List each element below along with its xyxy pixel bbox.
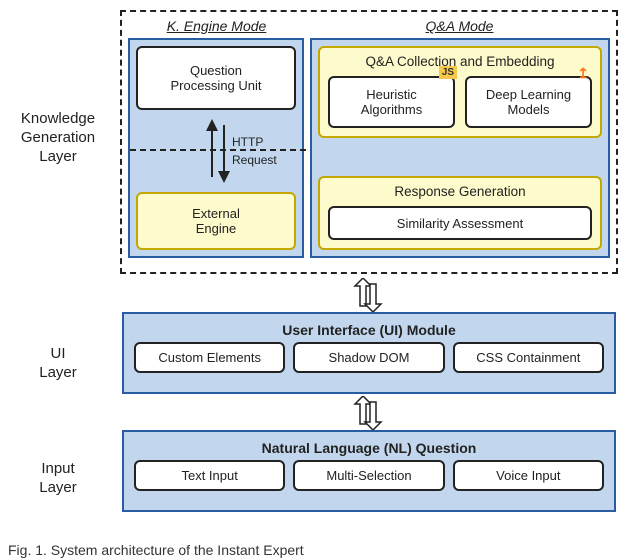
ui-layer: User Interface (UI) Module Custom Elemen… (122, 312, 616, 394)
response-generation-box: Response Generation Similarity Assessmen… (318, 176, 602, 250)
k-engine-mode-title: K. Engine Mode (129, 18, 305, 34)
js-icon: JS (439, 66, 457, 79)
qa-mode-title: Q&A Mode (310, 18, 610, 34)
heuristic-label: Heuristic Algorithms (361, 87, 422, 117)
mode-body: Question Processing Unit HTT (126, 38, 612, 260)
external-engine-box: External Engine (136, 192, 296, 250)
http-dashed-line (130, 149, 306, 151)
similarity-assessment-box: Similarity Assessment (328, 206, 592, 240)
qa-mode-panel: Q&A Collection and Embedding Heuristic A… (310, 38, 610, 258)
text-input-box: Text Input (134, 460, 285, 491)
multi-selection-box: Multi-Selection (293, 460, 444, 491)
side-label-input: Input Layer (0, 460, 116, 498)
diagram-canvas: Knowledge Generation Layer UI Layer Inpu… (0, 0, 640, 560)
http-label: HTTP (232, 135, 263, 149)
mode-titles-row: K. Engine Mode Q&A Mode (126, 16, 612, 38)
heuristic-algorithms-box: Heuristic Algorithms JS (328, 76, 455, 128)
nl-question-title: Natural Language (NL) Question (134, 440, 604, 460)
question-processing-unit: Question Processing Unit (136, 46, 296, 110)
voice-input-box: Voice Input (453, 460, 604, 491)
deep-learning-box: Deep Learning Models ↥ (465, 76, 592, 128)
tensorflow-icon: ↥ (574, 64, 592, 83)
response-generation-title: Response Generation (328, 184, 592, 206)
request-label: Request (232, 153, 277, 167)
css-containment-box: CSS Containment (453, 342, 604, 373)
qa-collection-box: Q&A Collection and Embedding Heuristic A… (318, 46, 602, 138)
ui-module-title: User Interface (UI) Module (134, 322, 604, 342)
http-arrows-icon (190, 119, 246, 183)
shadow-dom-box: Shadow DOM (293, 342, 444, 373)
input-layer: Natural Language (NL) Question Text Inpu… (122, 430, 616, 512)
custom-elements-box: Custom Elements (134, 342, 285, 373)
http-connector: HTTP Request (136, 119, 296, 183)
figure-caption: Fig. 1. System architecture of the Insta… (8, 542, 304, 558)
qa-collection-title: Q&A Collection and Embedding (328, 54, 592, 76)
k-engine-panel: Question Processing Unit HTT (128, 38, 304, 258)
arrow-kg-ui (350, 278, 386, 312)
arrow-ui-input (350, 396, 386, 430)
side-label-knowledge: Knowledge Generation Layer (0, 110, 116, 166)
knowledge-generation-layer: K. Engine Mode Q&A Mode Question Process… (120, 10, 618, 274)
deep-learning-label: Deep Learning Models (486, 87, 571, 117)
side-label-ui: UI Layer (0, 345, 116, 383)
